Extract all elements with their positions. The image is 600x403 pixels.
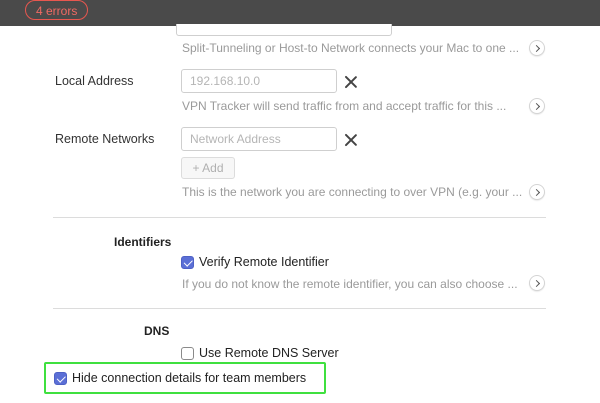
- error-count-badge[interactable]: 4 errors: [25, 0, 89, 20]
- hide-connection-details-checkbox[interactable]: [54, 372, 67, 385]
- remote-networks-hint: This is the network you are connecting t…: [182, 185, 523, 199]
- section-divider: [53, 217, 546, 218]
- section-divider: [53, 308, 546, 309]
- topology-info-button[interactable]: [529, 40, 545, 56]
- remote-networks-label: Remote Networks: [55, 132, 155, 146]
- topology-select-partial[interactable]: [176, 24, 392, 36]
- use-remote-dns-label[interactable]: Use Remote DNS Server: [199, 346, 339, 360]
- add-remote-network-button[interactable]: + Add: [181, 157, 235, 179]
- identifiers-hint: If you do not know the remote identifier…: [182, 277, 518, 291]
- hide-connection-details-label[interactable]: Hide connection details for team members: [72, 371, 306, 385]
- topology-hint: Split-Tunneling or Host-to Network conne…: [182, 41, 520, 55]
- chevron-right-icon: [532, 102, 541, 110]
- remote-network-address-input[interactable]: [181, 127, 337, 151]
- local-address-label: Local Address: [55, 74, 134, 88]
- chevron-right-icon: [532, 188, 541, 196]
- local-address-info-button[interactable]: [529, 98, 545, 114]
- dns-section-label: DNS: [144, 324, 170, 338]
- local-address-hint: VPN Tracker will send traffic from and a…: [182, 99, 507, 113]
- clear-remote-network-icon[interactable]: [344, 133, 358, 147]
- clear-local-address-icon[interactable]: [344, 75, 358, 89]
- identifiers-section-label: Identifiers: [114, 235, 172, 249]
- local-address-input[interactable]: [181, 69, 337, 93]
- top-bar: 4 errors: [0, 0, 600, 26]
- identifiers-info-button[interactable]: [529, 275, 545, 291]
- chevron-right-icon: [532, 44, 541, 52]
- remote-networks-info-button[interactable]: [529, 184, 545, 200]
- chevron-right-icon: [532, 279, 541, 287]
- verify-remote-identifier-label[interactable]: Verify Remote Identifier: [199, 255, 329, 269]
- verify-remote-identifier-checkbox[interactable]: [181, 256, 194, 269]
- use-remote-dns-checkbox[interactable]: [181, 347, 194, 360]
